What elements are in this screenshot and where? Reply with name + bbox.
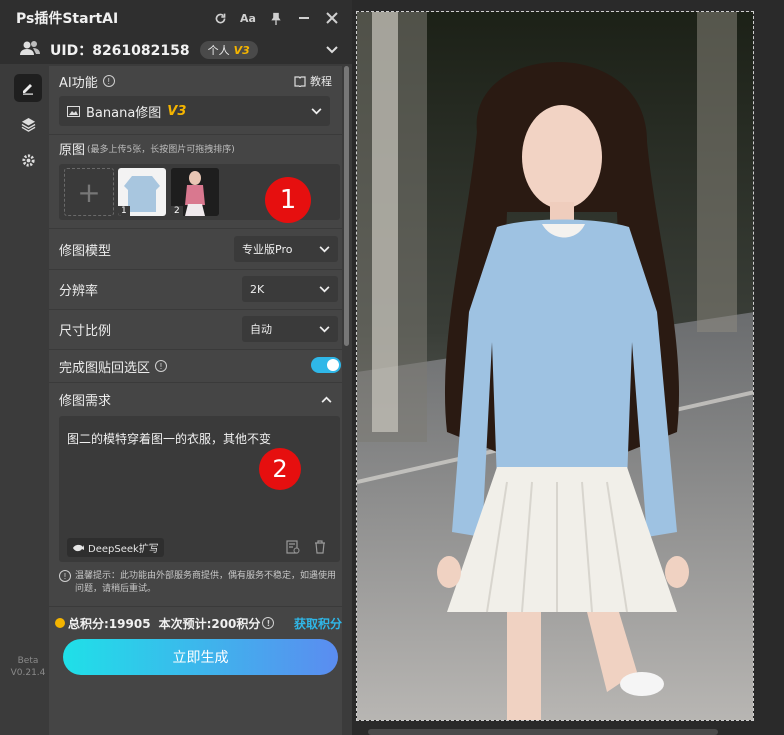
points-row: 总积分:19905 本次预计:200积分 ! 获取积分: [49, 612, 342, 634]
title-bar: Ps插件StartAI Aa: [0, 0, 352, 36]
ratio-value: 自动: [250, 323, 272, 336]
source-images-header: 原图 (最多上传5张，长按图片可拖拽排序): [49, 138, 342, 158]
whale-icon: [73, 544, 84, 552]
refresh-icon[interactable]: [208, 6, 232, 30]
source-images-label: 原图: [59, 142, 86, 158]
estimated-points: 本次预计:200积分: [158, 616, 261, 631]
plan-badge: 个人 V3: [199, 41, 258, 59]
model-value: 专业版Pro: [242, 243, 293, 256]
deepseek-label: DeepSeek扩写: [88, 544, 159, 555]
source-image-thumb[interactable]: 2: [171, 168, 219, 216]
ratio-label: 尺寸比例: [59, 323, 112, 339]
add-image-button[interactable]: +: [64, 168, 114, 216]
close-icon[interactable]: [320, 6, 344, 30]
content-panel: AI功能 ! 教程 Banana修图 V3 原图 (最多上传5张，长按图片可拖拽…: [49, 66, 342, 735]
account-bar: UID：8261082158 个人 V3: [0, 36, 352, 64]
users-icon: [20, 40, 42, 60]
deepseek-expand-button[interactable]: DeepSeek扩写: [67, 538, 164, 557]
get-points-link[interactable]: 获取积分: [294, 615, 342, 632]
thumb-index: 2: [171, 206, 183, 216]
canvas-photo[interactable]: [356, 11, 754, 721]
source-images-hint: (最多上传5张，长按图片可拖拽排序): [87, 144, 235, 155]
info-icon: !: [59, 570, 71, 582]
divider: [49, 382, 342, 383]
thumb-index: 1: [118, 206, 130, 216]
ai-function-value: Banana修图: [86, 105, 162, 121]
ai-function-label: AI功能: [59, 75, 98, 91]
chevron-up-icon[interactable]: [321, 392, 332, 407]
trash-icon[interactable]: [314, 540, 326, 557]
tutorial-label: 教程: [310, 75, 332, 88]
user-id: UID：8261082158: [50, 43, 190, 59]
layers-icon[interactable]: [14, 110, 42, 138]
ai-function-header: AI功能 ! 教程: [49, 70, 342, 92]
minimize-icon[interactable]: [292, 6, 316, 30]
prompt-textarea[interactable]: 图二的模特穿着图一的衣服，其他不变 2 DeepSeek扩写: [59, 416, 340, 562]
model-select[interactable]: 专业版Pro: [234, 236, 338, 262]
source-image-thumb[interactable]: 1: [118, 168, 166, 216]
divider: [49, 134, 342, 135]
source-images-box: + 1 2 1: [59, 164, 340, 223]
version-number: V0.21.4: [10, 668, 46, 678]
book-icon: [294, 75, 306, 87]
paste-back-label: 完成图贴回选区: [59, 360, 151, 376]
prompt-label: 修图需求: [59, 393, 112, 409]
chevron-down-icon: [319, 243, 330, 256]
notice-text: 温馨提示：此功能由外部服务商提供，偶有服务不稳定，如遇使用问题，请稍后重试。: [75, 571, 337, 594]
divider: [49, 606, 342, 607]
divider: [49, 309, 342, 310]
gear-icon[interactable]: [14, 146, 42, 174]
divider: [49, 269, 342, 270]
paste-back-toggle[interactable]: [311, 357, 341, 373]
chevron-down-icon[interactable]: [326, 43, 338, 58]
resolution-label: 分辨率: [59, 283, 99, 299]
step-badge: 1: [265, 177, 311, 223]
notice: ! 温馨提示：此功能由外部服务商提供，偶有服务不稳定，如遇使用问题，请稍后重试。: [59, 570, 340, 596]
prompt-header: 修图需求: [49, 388, 342, 410]
font-size-icon[interactable]: Aa: [236, 6, 260, 30]
chevron-down-icon: [319, 283, 330, 296]
chevron-down-icon: [311, 104, 322, 119]
info-icon[interactable]: !: [262, 617, 275, 629]
side-rail: [11, 66, 47, 735]
plan-level: V3: [233, 43, 250, 57]
paste-back-row: 完成图贴回选区 !: [49, 354, 342, 378]
photo-illustration: [357, 12, 753, 720]
edit-icon[interactable]: [14, 74, 42, 102]
info-icon[interactable]: !: [102, 75, 115, 87]
divider: [49, 349, 342, 350]
version-label: Beta V0.21.4: [8, 655, 48, 679]
pin-icon[interactable]: [264, 6, 288, 30]
ai-function-select[interactable]: Banana修图 V3: [59, 96, 330, 126]
model-label: 修图模型: [59, 243, 112, 259]
prompt-text: 图二的模特穿着图一的衣服，其他不变: [67, 432, 272, 446]
divider: [49, 228, 342, 229]
chevron-down-icon: [319, 323, 330, 336]
prompt-tools: [286, 540, 326, 557]
tutorial-link[interactable]: 教程: [294, 73, 332, 89]
history-icon[interactable]: [286, 540, 300, 557]
generate-button[interactable]: 立即生成: [63, 639, 338, 675]
resolution-value: 2K: [250, 282, 265, 296]
step-badge: 2: [259, 448, 301, 490]
ai-function-level: V3: [167, 103, 187, 119]
resolution-select[interactable]: 2K: [242, 276, 338, 302]
image-edit-icon: [67, 105, 80, 117]
panel-scrollbar[interactable]: [344, 66, 349, 346]
version-channel: Beta: [17, 656, 39, 666]
coin-icon: [55, 618, 65, 628]
app-title: Ps插件StartAI: [16, 11, 119, 27]
ratio-select[interactable]: 自动: [242, 316, 338, 342]
total-points: 总积分:19905: [68, 616, 151, 631]
info-icon[interactable]: !: [155, 360, 168, 372]
canvas-horizontal-scrollbar[interactable]: [368, 729, 718, 735]
plan-name: 个人: [207, 44, 230, 57]
